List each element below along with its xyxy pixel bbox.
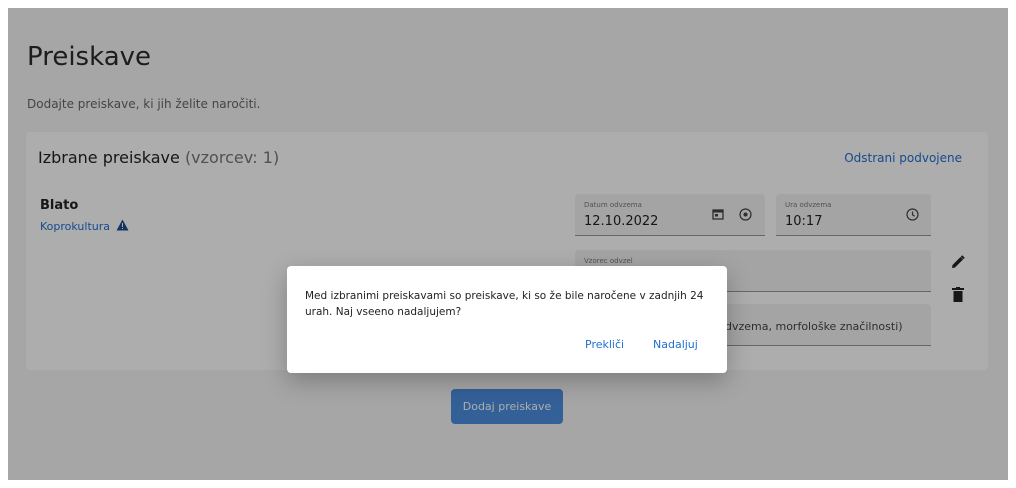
cancel-button[interactable]: Prekliči	[585, 338, 624, 351]
overlay-frame	[0, 0, 1016, 488]
dialog-message: Med izbranimi preiskavami so preiskave, …	[305, 290, 704, 318]
continue-button[interactable]: Nadaljuj	[653, 338, 698, 351]
confirm-dialog: Med izbranimi preiskavami so preiskave, …	[287, 266, 727, 373]
